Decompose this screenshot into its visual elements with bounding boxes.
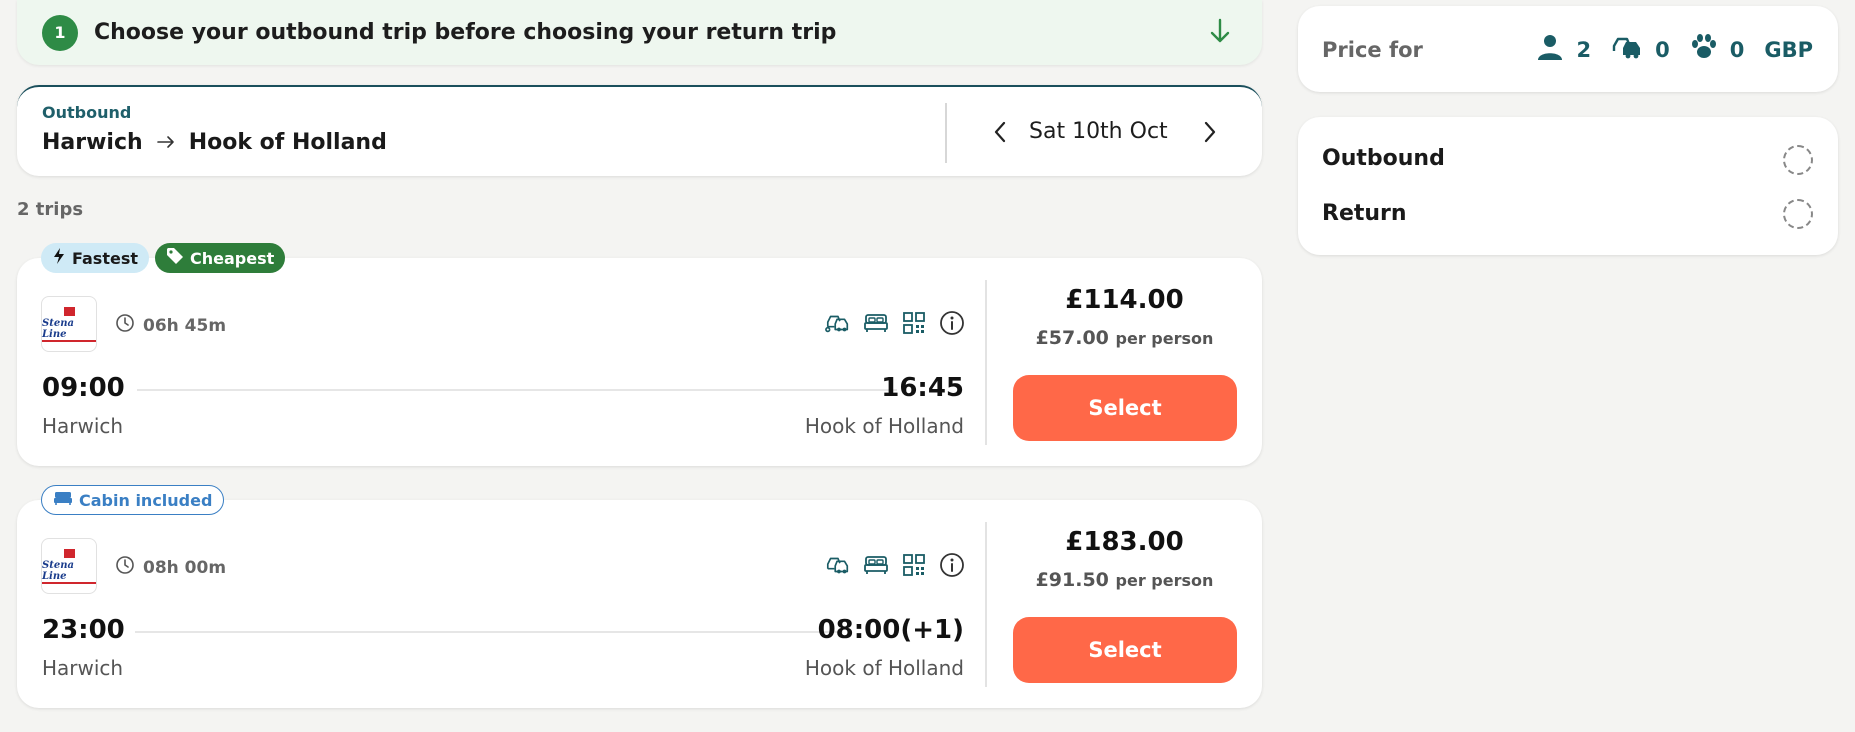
bed-icon: [863, 552, 889, 578]
trip-duration: 08h 00m: [115, 555, 226, 580]
trips-count: 2 trips: [17, 199, 84, 220]
vehicle-icon: [825, 552, 851, 578]
qr-code-icon: [901, 310, 927, 336]
trip-summary-card: Outbound Return: [1298, 117, 1838, 255]
lightning-icon: [52, 247, 66, 269]
route-direction-label: Outbound: [42, 103, 132, 122]
operator-name: Stena Line: [42, 560, 96, 584]
flag-icon: [63, 548, 75, 558]
arrival-port: Hook of Holland: [804, 414, 964, 438]
trip-duration: 06h 45m: [115, 313, 226, 338]
step-instruction: Choose your outbound trip before choosin…: [94, 20, 837, 45]
cabin-included-label: Cabin included: [79, 490, 213, 510]
departure-port: Harwich: [42, 656, 124, 680]
per-person-price: £57.00 per person: [987, 327, 1262, 349]
cheapest-label: Cheapest: [190, 248, 275, 268]
amenities: [825, 310, 965, 336]
trip-card: Stena Line 06h 45m 09:00 16:45 Harwich H…: [17, 258, 1262, 466]
info-icon[interactable]: [939, 310, 965, 336]
summary-return: Return: [1322, 201, 1407, 226]
pending-status-icon: [1783, 145, 1813, 175]
previous-date-button[interactable]: [985, 117, 1015, 147]
per-person-label: per person: [1115, 571, 1214, 590]
trip-card: Stena Line 08h 00m 23:00 08:00(+1) Harwi…: [17, 500, 1262, 708]
per-person-amount: £91.50: [1035, 569, 1109, 591]
departure-time: 23:00: [42, 615, 125, 645]
cheapest-tag: Cheapest: [155, 243, 286, 273]
route-card: Outbound Harwich Hook of Holland Sat 10t…: [17, 85, 1262, 176]
select-button[interactable]: Select: [1013, 617, 1237, 683]
bed-icon: [53, 490, 73, 510]
paw-icon: [1690, 33, 1718, 66]
pet-count-value: 0: [1729, 37, 1745, 62]
duration-text: 08h 00m: [143, 557, 227, 578]
trip-timeline: [135, 631, 843, 633]
pending-status-icon: [1783, 199, 1813, 229]
selected-date[interactable]: Sat 10th Oct: [1029, 119, 1168, 144]
operator-logo: Stena Line: [41, 538, 97, 594]
arrow-right-icon: [156, 130, 175, 155]
arrival-time: 08:00(+1): [817, 615, 964, 645]
clock-icon: [115, 313, 135, 338]
departure-port: Harwich: [42, 414, 124, 438]
amenities: [825, 552, 965, 578]
price-for-label: Price for: [1322, 38, 1423, 62]
pet-count: 0: [1690, 33, 1745, 66]
price-tag-icon: [166, 247, 184, 269]
flag-icon: [63, 306, 75, 316]
per-person-price: £91.50 per person: [987, 569, 1262, 591]
arrival-port: Hook of Holland: [804, 656, 964, 680]
operator-logo: Stena Line: [41, 296, 97, 352]
bed-icon: [863, 310, 889, 336]
vehicle-count-value: 0: [1655, 37, 1670, 62]
total-price: £183.00: [1065, 527, 1184, 557]
divider: [945, 103, 947, 163]
summary-outbound: Outbound: [1322, 146, 1445, 171]
price-for-card[interactable]: Price for 2 0 0 GBP: [1298, 6, 1838, 92]
departure-time: 09:00: [42, 373, 125, 403]
route-summary: Harwich Hook of Holland: [42, 130, 387, 155]
vehicle-count: 0: [1611, 34, 1670, 65]
trip-timeline: [137, 389, 897, 391]
clock-icon: [115, 555, 135, 580]
person-icon: [1536, 33, 1564, 66]
passenger-summary[interactable]: 2 0 0 GBP: [1526, 33, 1813, 66]
operator-name: Stena Line: [42, 318, 96, 342]
fastest-label: Fastest: [72, 248, 138, 268]
total-price: £114.00: [1065, 285, 1184, 315]
qr-code-icon: [901, 552, 927, 578]
fastest-tag: Fastest: [41, 243, 149, 273]
select-button[interactable]: Select: [1013, 375, 1237, 441]
route-origin: Harwich: [42, 130, 143, 155]
arrow-down-icon[interactable]: [1208, 17, 1232, 49]
route-destination: Hook of Holland: [188, 130, 387, 155]
vehicle-icon: [1611, 34, 1643, 65]
vehicle-icon: [825, 310, 851, 336]
cabin-included-tag: Cabin included: [41, 485, 225, 515]
passenger-count: 2: [1536, 33, 1591, 66]
info-icon[interactable]: [939, 552, 965, 578]
per-person-label: per person: [1115, 329, 1214, 348]
arrival-time: 16:45: [881, 373, 964, 403]
passenger-count-value: 2: [1576, 37, 1592, 62]
next-date-button[interactable]: [1195, 117, 1225, 147]
duration-text: 06h 45m: [143, 315, 227, 336]
step-number-badge: 1: [42, 14, 78, 51]
per-person-amount: £57.00: [1035, 327, 1109, 349]
step-banner[interactable]: 1 Choose your outbound trip before choos…: [17, 0, 1262, 65]
currency: GBP: [1764, 37, 1813, 62]
